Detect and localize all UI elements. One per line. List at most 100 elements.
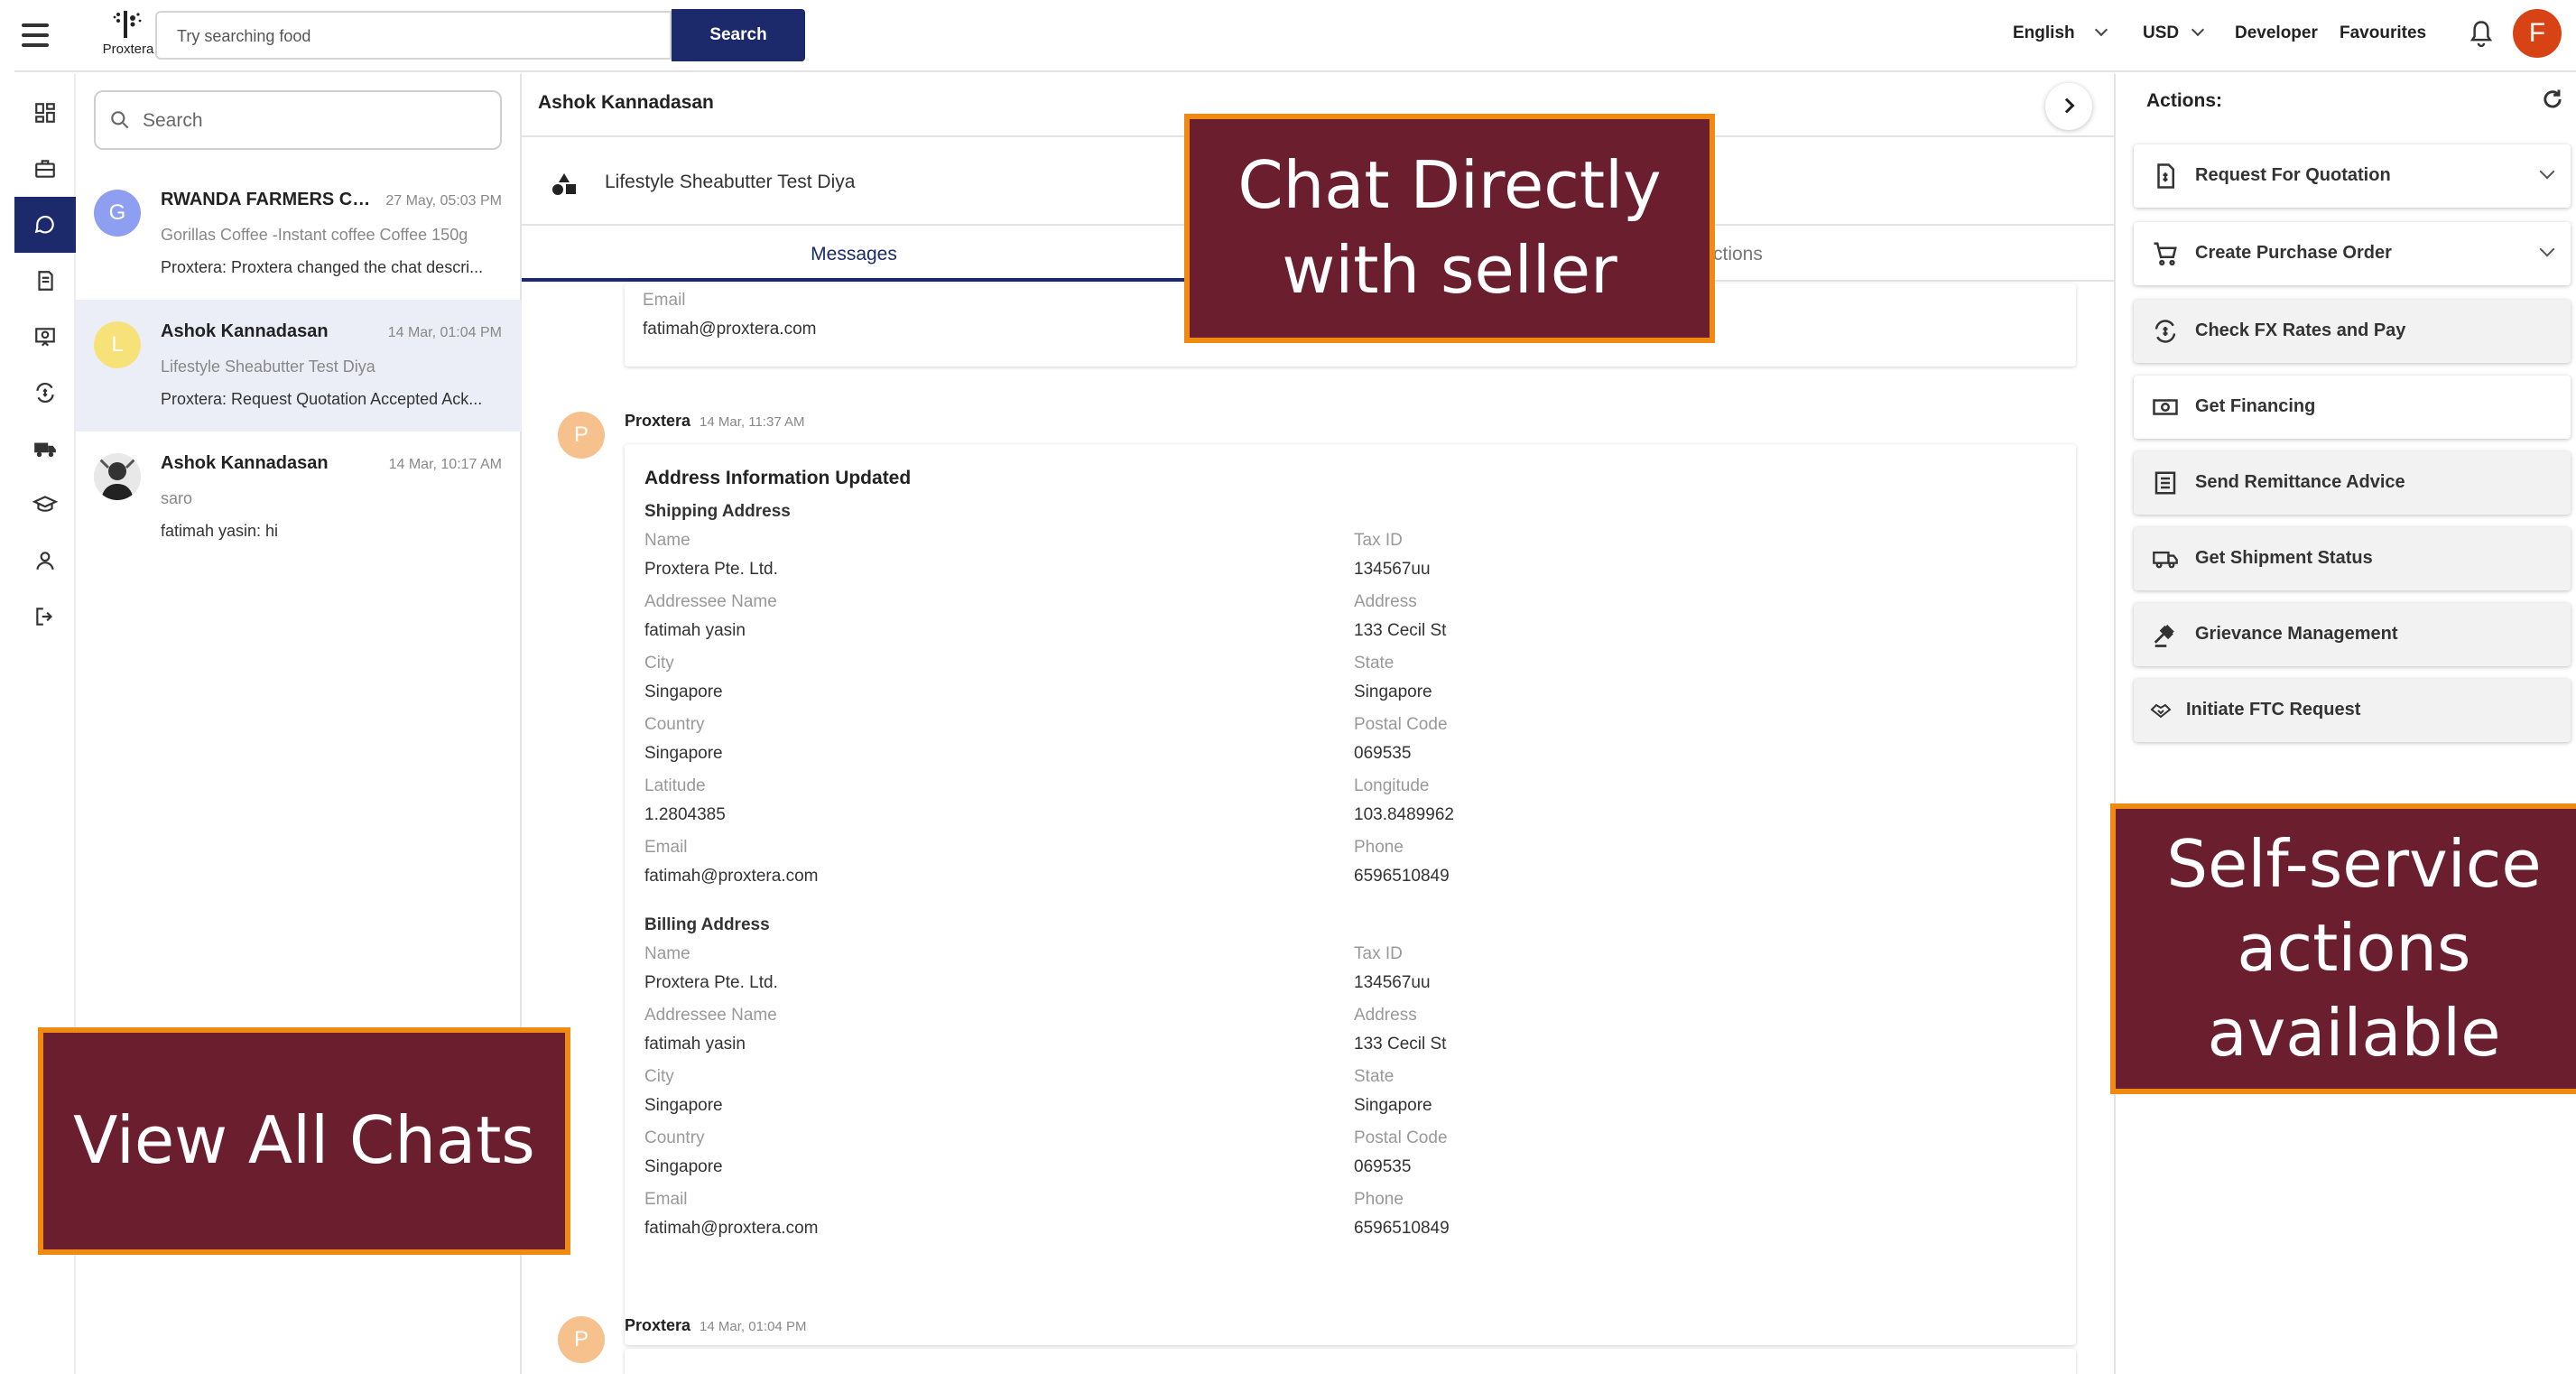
chat-last-message: Proxtera: Proxtera changed the chat desc… xyxy=(161,258,484,276)
chat-list-item[interactable]: G RWANDA FARMERS CO... 27 May, 05:03 PM … xyxy=(76,168,522,300)
hamburger-menu-icon[interactable] xyxy=(22,23,49,47)
logout-icon[interactable] xyxy=(14,589,76,645)
initiate-ftc-request-button[interactable]: Initiate FTC Request xyxy=(2134,679,2571,742)
tab-transactions[interactable]: ctions xyxy=(1713,244,1763,265)
gavel-icon xyxy=(2154,625,2174,647)
chat-name: RWANDA FARMERS CO... xyxy=(161,190,377,209)
field-label: Name xyxy=(644,531,690,550)
field-value: 133 Cecil St xyxy=(1354,1035,1447,1054)
currency-exchange-icon xyxy=(2154,320,2176,343)
field-value: Singapore xyxy=(644,1096,723,1115)
field-label: Email xyxy=(643,291,686,310)
message-sender: Proxtera 14 Mar, 01:04 PM xyxy=(625,1316,806,1335)
currency-select[interactable]: USD xyxy=(2143,23,2205,43)
chat-name: Ashok Kannadasan xyxy=(161,453,329,473)
user-avatar[interactable]: F xyxy=(2513,9,2562,58)
field-label: Phone xyxy=(1354,838,1404,857)
sender-name: Proxtera xyxy=(625,1316,691,1334)
field-value: Singapore xyxy=(644,682,723,701)
favourites-link[interactable]: Favourites xyxy=(2340,23,2426,43)
action-label: Send Remittance Advice xyxy=(2195,472,2405,492)
field-value: 1.2804385 xyxy=(644,805,726,824)
field-label: Phone xyxy=(1354,1190,1404,1209)
field-value: Singapore xyxy=(644,744,723,763)
language-label: English xyxy=(2013,23,2075,42)
message-sender: Proxtera 14 Mar, 11:37 AM xyxy=(625,412,805,431)
field-label: Latitude xyxy=(644,776,706,795)
chat-last-message: fatimah yasin: hi xyxy=(161,522,279,540)
action-label: Grievance Management xyxy=(2195,624,2398,644)
tab-messages[interactable]: Messages xyxy=(522,226,1186,282)
field-value: 133 Cecil St xyxy=(1354,621,1447,640)
field-value: Proxtera Pte. Ltd. xyxy=(644,560,778,579)
chat-subtitle: Gorillas Coffee -Instant coffee Coffee 1… xyxy=(161,226,468,244)
chat-time: 14 Mar, 10:17 AM xyxy=(388,457,502,472)
chat-list-item[interactable]: Ashok Kannadasan 14 Mar, 10:17 AM saro f… xyxy=(76,432,522,563)
actions-panel: Actions: Request For Quotation Create Pu… xyxy=(2114,74,2576,1374)
briefcase-icon[interactable] xyxy=(14,141,76,197)
grievance-management-button[interactable]: Grievance Management xyxy=(2134,603,2571,666)
chat-name: Ashok Kannadasan xyxy=(161,321,329,341)
check-fx-rates-button[interactable]: Check FX Rates and Pay xyxy=(2134,300,2571,363)
sender-name: Proxtera xyxy=(625,412,691,430)
graduation-cap-icon[interactable] xyxy=(14,477,76,533)
field-value: fatimah yasin xyxy=(644,1035,746,1054)
avatar xyxy=(94,453,141,500)
catalog-icon[interactable] xyxy=(14,253,76,309)
field-label: Postal Code xyxy=(1354,1128,1448,1147)
get-shipment-status-button[interactable]: Get Shipment Status xyxy=(2134,527,2571,590)
field-value: fatimah@proxtera.com xyxy=(644,1219,819,1238)
field-label: Address xyxy=(1354,1006,1417,1025)
field-label: Email xyxy=(644,1190,688,1209)
billing-address-heading: Billing Address xyxy=(644,915,770,934)
field-label: City xyxy=(644,1067,674,1086)
chat-icon[interactable] xyxy=(14,197,76,253)
get-financing-button[interactable]: Get Financing xyxy=(2134,376,2571,439)
cart-icon xyxy=(2154,242,2177,266)
field-value: 103.8489962 xyxy=(1354,805,1454,824)
action-label: Get Shipment Status xyxy=(2195,548,2373,568)
refresh-icon[interactable] xyxy=(2540,87,2565,116)
currency-label: USD xyxy=(2143,23,2180,42)
field-value: fatimah yasin xyxy=(644,621,746,640)
person-icon[interactable] xyxy=(14,533,76,589)
field-value: Singapore xyxy=(1354,682,1432,701)
shipping-address-heading: Shipping Address xyxy=(644,502,791,521)
send-remittance-advice-button[interactable]: Send Remittance Advice xyxy=(2134,451,2571,515)
certificate-icon[interactable] xyxy=(14,309,76,365)
chevron-down-icon xyxy=(2191,23,2205,37)
chat-search-placeholder: Search xyxy=(143,110,203,131)
global-search-input[interactable]: Try searching food xyxy=(155,11,672,60)
message-time: 14 Mar, 11:37 AM xyxy=(700,414,805,430)
message-bubble: Address Information Updated Shipping Add… xyxy=(625,444,2076,1345)
request-for-quotation-button[interactable]: Request For Quotation xyxy=(2134,144,2571,208)
field-value: Singapore xyxy=(644,1157,723,1176)
message-bubble xyxy=(625,1349,2076,1374)
language-select[interactable]: English xyxy=(2013,23,2108,43)
notification-bell-icon[interactable] xyxy=(2468,20,2495,53)
actions-title: Actions: xyxy=(2146,90,2222,111)
dashboard-icon[interactable] xyxy=(14,85,76,141)
document-dollar-icon xyxy=(2157,163,2174,189)
product-name: Lifestyle Sheabutter Test Diya xyxy=(605,172,856,192)
truck-icon[interactable] xyxy=(14,421,76,477)
chat-list-item[interactable]: L Ashok Kannadasan 14 Mar, 01:04 PM Life… xyxy=(76,300,522,432)
handshake-icon xyxy=(2150,703,2172,719)
currency-exchange-icon[interactable] xyxy=(14,365,76,421)
chat-search-input[interactable]: Search xyxy=(94,90,502,150)
chevron-right-icon[interactable] xyxy=(2045,83,2092,130)
field-value: 069535 xyxy=(1354,744,1412,763)
action-label: Request For Quotation xyxy=(2195,165,2391,185)
avatar: G xyxy=(94,190,141,237)
avatar: P xyxy=(558,412,605,459)
message-title: Address Information Updated xyxy=(644,468,912,488)
search-icon xyxy=(111,111,129,129)
chevron-down-icon xyxy=(2539,241,2555,257)
field-label: Addressee Name xyxy=(644,592,777,611)
field-label: Tax ID xyxy=(1354,944,1403,963)
search-button[interactable]: Search xyxy=(672,9,805,61)
developer-link[interactable]: Developer xyxy=(2235,23,2318,43)
field-value: 6596510849 xyxy=(1354,1219,1450,1238)
create-purchase-order-button[interactable]: Create Purchase Order xyxy=(2134,222,2571,285)
action-label: Initiate FTC Request xyxy=(2186,700,2361,719)
